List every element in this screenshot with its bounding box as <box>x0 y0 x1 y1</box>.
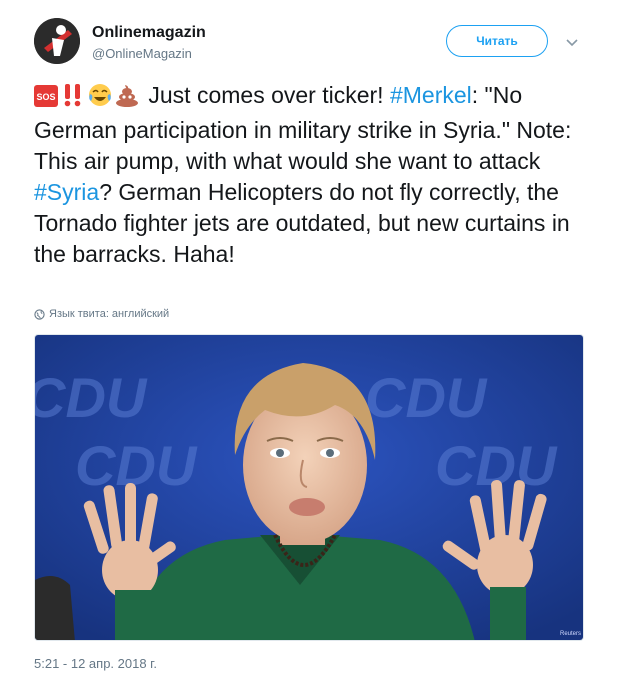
backdrop-logo-text: CDU <box>75 434 198 497</box>
tweet-timestamp[interactable]: 5:21 - 12 апр. 2018 г. <box>34 656 157 671</box>
backdrop-logo-text: CDU <box>365 366 488 429</box>
tweet-photo[interactable]: CDU CDU CDU CDU Reuters <box>34 334 584 641</box>
globe-icon <box>34 308 45 320</box>
avatar[interactable] <box>34 18 80 64</box>
tweet-language: Язык твита: английский <box>34 308 169 320</box>
account-handle[interactable]: @OnlineMagazin <box>92 46 192 61</box>
tweet-language-label: Язык твита: английский <box>49 308 170 320</box>
pile-of-poo-icon <box>115 83 139 115</box>
chevron-down-icon[interactable] <box>564 34 580 50</box>
tears-of-joy-icon <box>88 83 112 115</box>
sos-icon: SOS <box>34 84 58 115</box>
tweet-text-part: Just comes over ticker! <box>142 82 390 108</box>
tweet-text-part: ? German Helicopters do not fly correctl… <box>34 179 570 267</box>
account-name[interactable]: Onlinemagazin <box>92 24 206 42</box>
double-exclamation-icon <box>61 83 85 115</box>
backdrop-logo-text: CDU <box>35 366 148 429</box>
hashtag-link[interactable]: #Syria <box>34 179 99 205</box>
tweet-header: Onlinemagazin @OnlineMagazin Читать <box>34 16 594 68</box>
tweet-text: SOS Just comes over ticker! #Merkel: "No… <box>34 80 590 270</box>
svg-text:SOS: SOS <box>36 92 55 102</box>
follow-button[interactable]: Читать <box>446 25 548 57</box>
photo-watermark: Reuters <box>560 631 581 637</box>
hashtag-link[interactable]: #Merkel <box>390 82 472 108</box>
